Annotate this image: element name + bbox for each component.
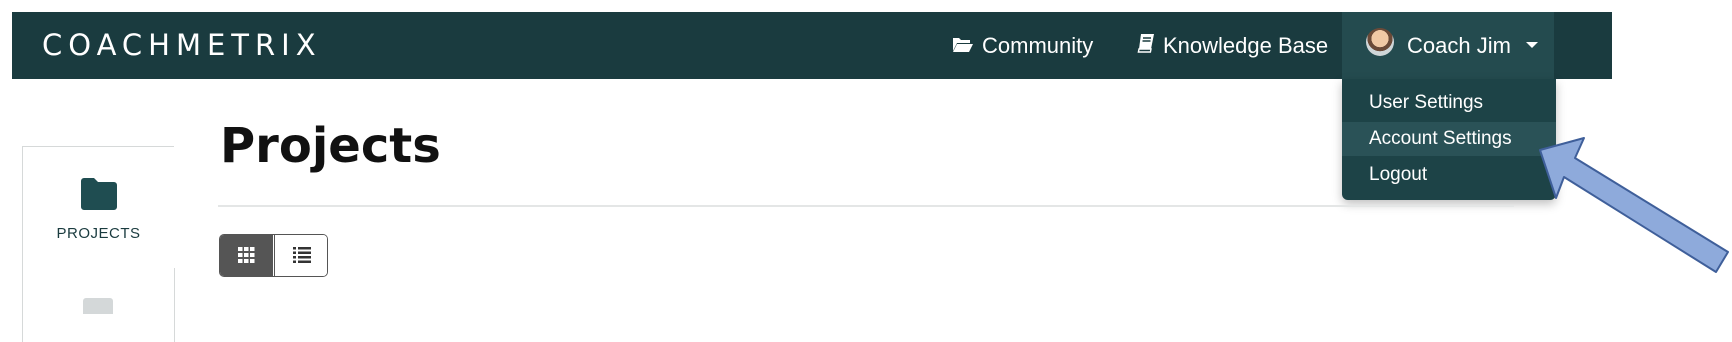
annotation-arrow	[1539, 137, 1729, 273]
